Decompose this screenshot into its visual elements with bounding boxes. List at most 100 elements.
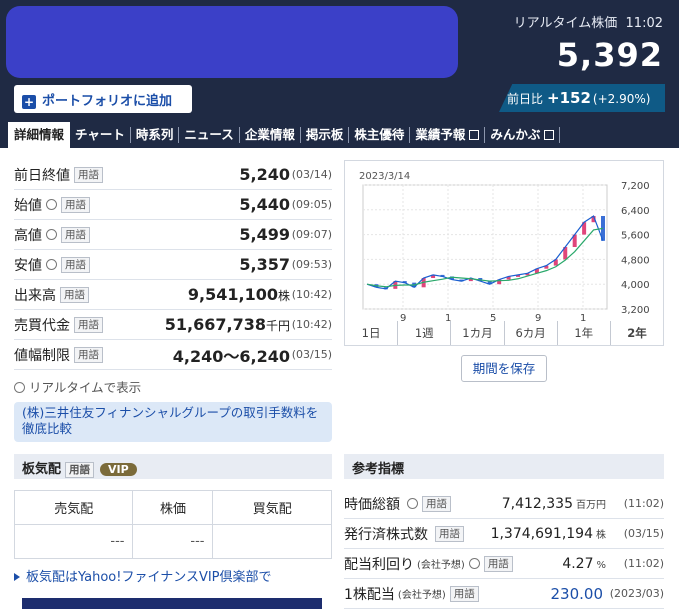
glossary-tag[interactable]: 用語 bbox=[61, 256, 90, 273]
reference-time: (2023/03) bbox=[609, 587, 664, 600]
detail-time: (10:42) bbox=[291, 318, 332, 331]
reference-value[interactable]: 230.00 bbox=[551, 585, 607, 603]
plus-icon: + bbox=[22, 95, 36, 109]
period-2[interactable]: 1カ月 bbox=[451, 321, 505, 345]
reference-label: 配当利回り bbox=[344, 556, 414, 573]
period-1[interactable]: 1週 bbox=[398, 321, 452, 345]
itakehai-table: 売気配 株価 買気配 --- --- bbox=[13, 490, 332, 559]
tab-4[interactable]: 企業情報 bbox=[240, 127, 301, 143]
detail-row: 値幅制限 用語 4,240～6,240 (03/15) bbox=[14, 340, 332, 370]
buy-cell bbox=[212, 524, 332, 559]
glossary-tag[interactable]: 用語 bbox=[435, 525, 464, 542]
external-link-icon bbox=[544, 130, 555, 140]
x-tick-label: 9 bbox=[400, 313, 406, 321]
y-tick-label: 6,400 bbox=[621, 206, 650, 217]
tab-6[interactable]: 株主優待 bbox=[349, 127, 411, 143]
clock-icon bbox=[46, 229, 57, 240]
detail-tabs: 詳細情報 チャート 時系列 ニュース 企業情報 掲示板 株主優待 業績予報 みんかぶ bbox=[0, 122, 561, 148]
clock-icon bbox=[46, 259, 57, 270]
sell-cell: --- bbox=[13, 524, 134, 559]
reference-row: 時価総額 用語 7,412,335 百万円 (11:02) bbox=[344, 489, 664, 519]
detail-label: 始値 bbox=[14, 197, 42, 214]
detail-time: (09:53) bbox=[291, 258, 332, 271]
period-0[interactable]: 1日 bbox=[345, 321, 399, 345]
glossary-tag[interactable]: 用語 bbox=[60, 286, 89, 303]
sell-header: 売気配 bbox=[13, 490, 134, 525]
reference-row: 発行済株式数 用語 1,374,691,194 株 (03/15) bbox=[344, 519, 664, 549]
detail-row: 出来高 用語 9,541,100株 (10:42) bbox=[14, 280, 332, 310]
ad-banner[interactable] bbox=[22, 598, 322, 609]
glossary-tag[interactable]: 用語 bbox=[422, 495, 451, 512]
add-portfolio-button[interactable]: + ポートフォリオに追加 bbox=[14, 85, 192, 113]
detail-label: 出来高 bbox=[14, 287, 56, 304]
reference-label: 発行済株式数 bbox=[344, 526, 428, 543]
buy-header: 買気配 bbox=[212, 490, 332, 525]
reference-note: (会社予想) bbox=[417, 560, 465, 571]
reference-time: (11:02) bbox=[623, 557, 664, 570]
reference-note: (会社予想) bbox=[397, 590, 446, 601]
detail-value: 4,240～6,240 bbox=[172, 346, 290, 366]
reference-row: 1株配当 (会社予想) 用語 230.00 (2023/03) bbox=[344, 579, 664, 609]
vip-club-link[interactable]: 板気配はYahoo!ファイナンスVIP倶楽部で bbox=[14, 566, 272, 585]
glossary-tag[interactable]: 用語 bbox=[449, 585, 479, 602]
company-name-redacted bbox=[6, 6, 458, 78]
detail-row: 始値 用語 5,440 (09:05) bbox=[14, 190, 332, 220]
y-tick-label: 4,000 bbox=[621, 280, 650, 291]
detail-label: 前日終値 bbox=[14, 167, 70, 184]
realtime-note: リアルタイムで表示 bbox=[14, 377, 141, 396]
x-tick-label: 1 bbox=[580, 313, 586, 321]
detail-table: 前日終値 用語 5,240 (03/14) 始値 用語 5,440 (09:05) 高値 用語 5,… bbox=[14, 160, 332, 370]
tab-7[interactable]: 業績予報 bbox=[410, 127, 486, 143]
detail-time: (03/14) bbox=[291, 168, 332, 181]
chart-svg: 7,200 6,400 5,600 4,800 4,000 3,200 9 1 5 9 1 bbox=[362, 181, 650, 324]
glossary-tag[interactable]: 用語 bbox=[61, 196, 90, 213]
detail-value: 9,541,100株 bbox=[187, 285, 290, 304]
tab-2[interactable]: 時系列 bbox=[131, 127, 180, 143]
tab-3[interactable]: ニュース bbox=[179, 127, 240, 143]
tab-0[interactable]: 詳細情報 bbox=[8, 122, 71, 148]
triangle-icon bbox=[14, 573, 20, 581]
reference-time: (11:02) bbox=[623, 497, 664, 510]
period-5[interactable]: 2年 bbox=[610, 321, 664, 345]
reference-value: 1,374,691,194 株 bbox=[490, 525, 606, 542]
glossary-tag[interactable]: 用語 bbox=[65, 462, 95, 478]
glossary-tag[interactable]: 用語 bbox=[74, 346, 103, 363]
reference-time: (03/15) bbox=[623, 527, 664, 540]
glossary-tag[interactable]: 用語 bbox=[483, 555, 513, 572]
reference-row: 配当利回り (会社予想) 用語 4.27% (11:02) bbox=[344, 549, 664, 579]
glossary-tag[interactable]: 用語 bbox=[61, 226, 90, 243]
save-period-button[interactable]: 期間を保存 bbox=[461, 355, 547, 382]
detail-row: 高値 用語 5,499 (09:07) bbox=[14, 220, 332, 250]
detail-value: 51,667,738千円 bbox=[164, 315, 290, 334]
detail-row: 安値 用語 5,357 (09:53) bbox=[14, 250, 332, 280]
period-3[interactable]: 6カ月 bbox=[505, 321, 558, 345]
tab-1[interactable]: チャート bbox=[70, 127, 131, 143]
clock-icon bbox=[407, 498, 418, 509]
plot-area bbox=[362, 184, 608, 310]
detail-label: 売買代金 bbox=[14, 317, 70, 334]
detail-label: 値幅制限 bbox=[14, 347, 70, 364]
detail-row: 前日終値 用語 5,240 (03/14) bbox=[14, 160, 332, 190]
detail-value: 5,499 bbox=[239, 225, 290, 244]
period-4[interactable]: 1年 bbox=[558, 321, 611, 345]
price-change: 前日比 +152 (+2.90%) bbox=[499, 84, 665, 112]
clock-icon bbox=[468, 558, 480, 569]
x-tick-label: 5 bbox=[490, 313, 496, 321]
fee-comparison-link[interactable]: (株)三井住友フィナンシャルグループの取引手数料を徹底比較 bbox=[14, 402, 332, 442]
stock-header: リアルタイム株価 11:02 5,392 + ポートフォリオに追加 前日比 +152… bbox=[0, 0, 679, 148]
moving-average-line bbox=[366, 227, 604, 288]
glossary-tag[interactable]: 用語 bbox=[74, 316, 103, 333]
glossary-tag[interactable]: 用語 bbox=[74, 166, 103, 183]
tab-5[interactable]: 掲示板 bbox=[301, 127, 350, 143]
stock-chart: 2023/3/14 7,200 6,400 5,600 4,800 4,000 3,200… bbox=[344, 160, 664, 346]
detail-time: (03/15) bbox=[291, 348, 332, 361]
detail-value: 5,357 bbox=[239, 255, 290, 274]
tab-8[interactable]: みんかぶ bbox=[485, 127, 561, 143]
vip-badge: VIP bbox=[100, 463, 137, 476]
realtime-label: リアルタイム株価 11:02 bbox=[513, 16, 663, 31]
detail-label: 安値 bbox=[14, 257, 42, 274]
x-tick-label: 1 bbox=[445, 313, 451, 321]
reference-label: 時価総額 bbox=[344, 496, 400, 513]
y-tick-label: 7,200 bbox=[621, 181, 650, 192]
y-tick-label: 4,800 bbox=[621, 255, 650, 266]
